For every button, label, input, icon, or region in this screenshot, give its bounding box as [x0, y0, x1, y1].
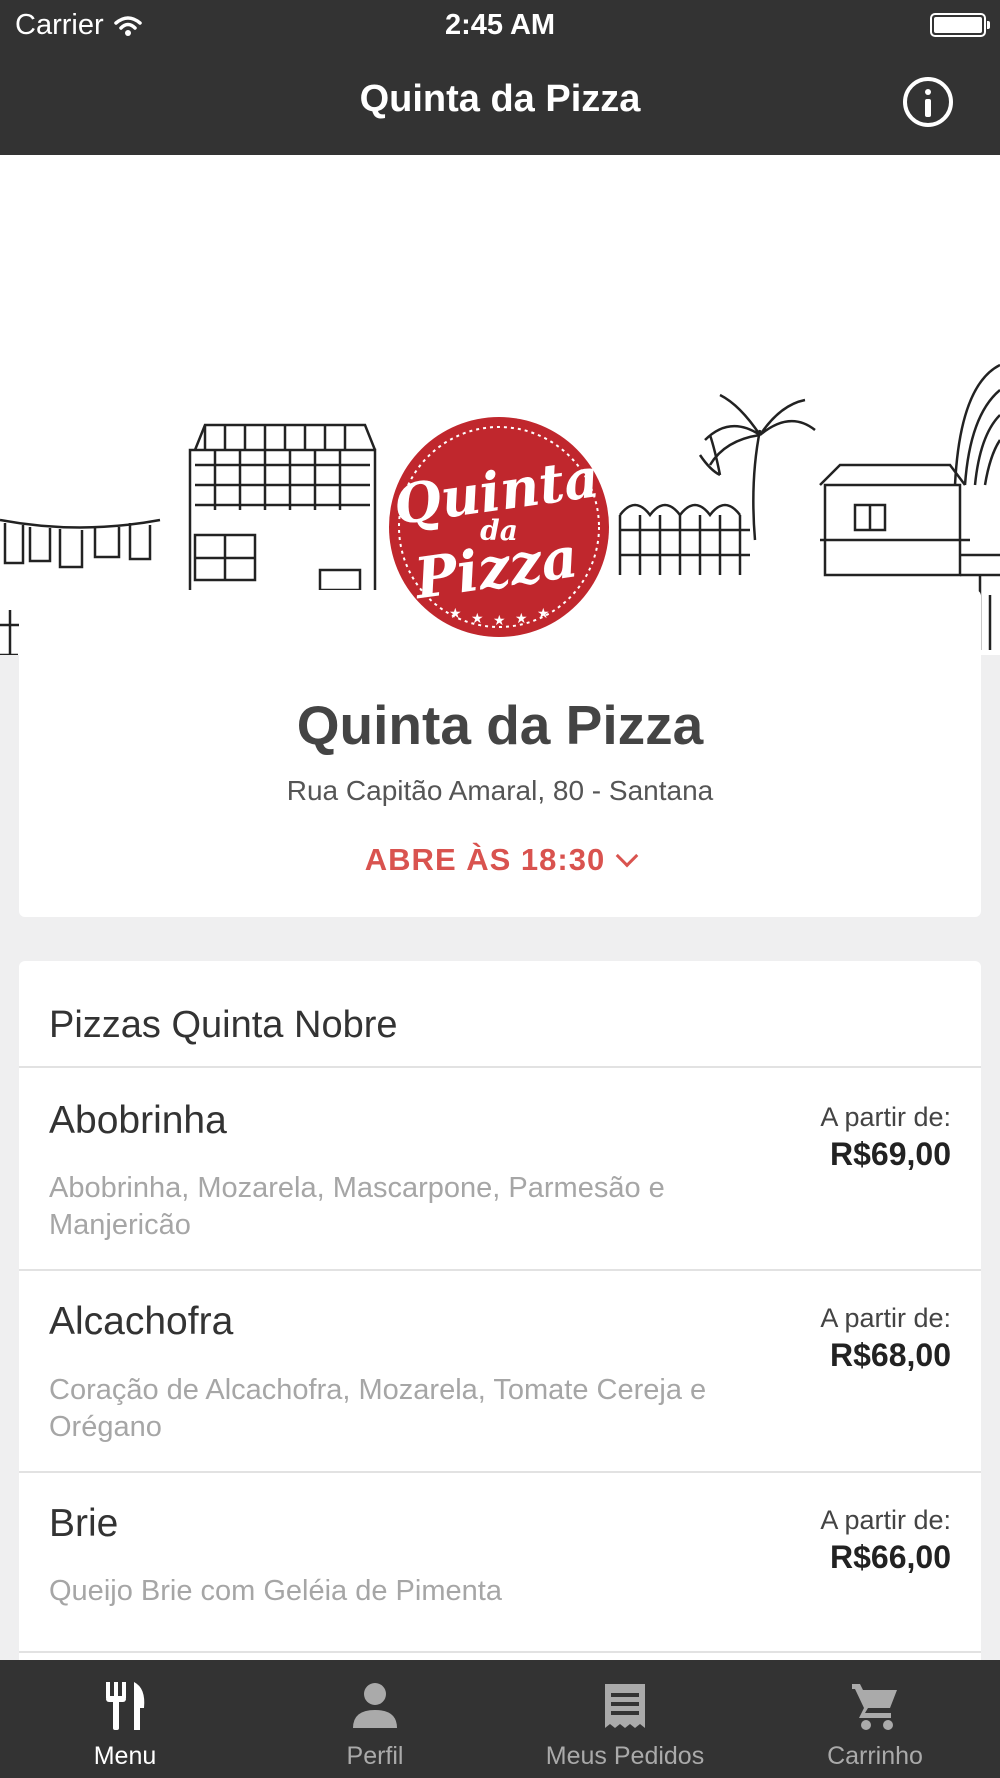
item-description: Abobrinha, Mozarela, Mascarpone, Parmesã… — [49, 1172, 665, 1241]
receipt-icon — [605, 1684, 645, 1728]
item-price-label: A partir de: — [820, 1102, 951, 1132]
item-description: Coração de Alcachofra, Mozarela, Tomate … — [49, 1374, 707, 1443]
battery-icon — [930, 13, 990, 37]
item-name: Abobrinha — [49, 1099, 227, 1142]
item-price-label: A partir de: — [820, 1303, 951, 1333]
menu-item[interactable]: Alcachofra Coração de Alcachofra, Mozare… — [19, 1271, 981, 1471]
item-name: Alcachofra — [49, 1300, 234, 1343]
menu-item[interactable]: Brie Queijo Brie com Geléia de Pimenta A… — [19, 1473, 981, 1651]
svg-text:★: ★ — [515, 610, 528, 626]
section-title: Pizzas Quinta Nobre — [49, 1004, 398, 1046]
tab-label: Meus Pedidos — [545, 1742, 705, 1770]
tab-carrinho[interactable]: Carrinho — [750, 1660, 1000, 1778]
store-address: Rua Capitão Amaral, 80 - Santana — [286, 775, 714, 806]
tab-bar: Menu Perfil Meus Pedidos Carrinho — [0, 1660, 1000, 1778]
nav-title: Quinta da Pizza — [359, 78, 641, 120]
top-bar: Carrier 2:45 AM Quinta da Pizza — [0, 0, 1000, 155]
svg-text:★: ★ — [537, 605, 550, 621]
person-icon — [353, 1683, 397, 1728]
item-description: Queijo Brie com Geléia de Pimenta — [49, 1575, 502, 1607]
svg-text:★: ★ — [471, 610, 484, 626]
tab-menu[interactable]: Menu — [0, 1660, 250, 1778]
status-bar: Carrier 2:45 AM — [0, 0, 1000, 50]
cart-icon — [852, 1684, 897, 1730]
tab-meus-pedidos[interactable]: Meus Pedidos — [500, 1660, 750, 1778]
info-icon[interactable] — [903, 77, 953, 127]
status-time: 2:45 AM — [444, 9, 556, 41]
item-price-label: A partir de: — [820, 1505, 951, 1535]
tab-perfil[interactable]: Perfil — [250, 1660, 500, 1778]
svg-text:★: ★ — [449, 605, 462, 621]
item-price: R$68,00 — [830, 1337, 951, 1373]
brand-logo: Quinta da Pizza ★ ★ ★ ★ ★ — [389, 417, 609, 637]
chevron-down-icon — [615, 844, 639, 868]
tab-label: Carrinho — [827, 1742, 923, 1770]
tab-label: Perfil — [346, 1742, 404, 1770]
opening-hours-toggle[interactable]: ABRE ÀS 18:30 — [19, 842, 981, 878]
svg-text:★: ★ — [493, 612, 506, 628]
item-price: R$69,00 — [830, 1136, 951, 1172]
menu-item[interactable]: Abobrinha Abobrinha, Mozarela, Mascarpon… — [19, 1068, 981, 1268]
item-price: R$66,00 — [830, 1539, 951, 1575]
store-name: Quinta da Pizza — [296, 694, 704, 756]
tab-label: Menu — [93, 1742, 157, 1770]
fork-knife-icon — [106, 1682, 145, 1730]
menu-section: Pizzas Quinta Nobre Abobrinha Abobrinha,… — [19, 961, 981, 1661]
opening-hours-label: ABRE ÀS 18:30 — [364, 842, 606, 877]
divider — [19, 1651, 981, 1653]
item-name: Brie — [49, 1502, 119, 1545]
